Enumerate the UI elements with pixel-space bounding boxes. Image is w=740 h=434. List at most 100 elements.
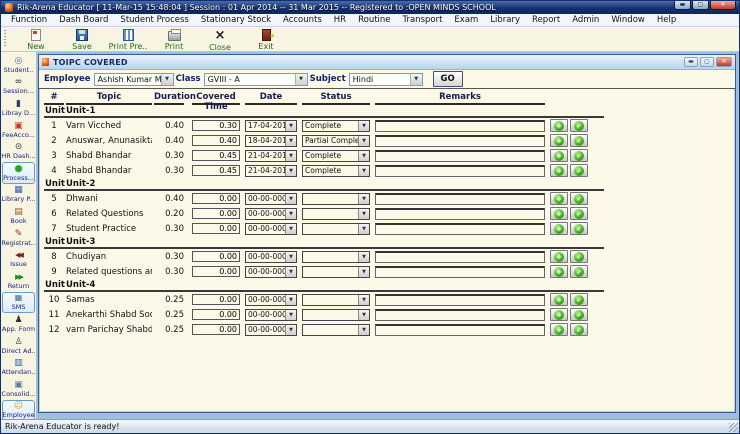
confirm-row-button[interactable] bbox=[570, 308, 588, 321]
chevron-down-icon[interactable] bbox=[358, 136, 369, 146]
subject-dropdown[interactable]: Hindi bbox=[349, 73, 423, 86]
confirm-row-button[interactable] bbox=[570, 265, 588, 278]
add-remark-button[interactable] bbox=[550, 134, 568, 147]
status-dropdown[interactable]: Complete bbox=[302, 150, 370, 162]
sidebar-item-process[interactable]: Process... bbox=[2, 162, 35, 184]
confirm-row-button[interactable] bbox=[570, 119, 588, 132]
sidebar-item-feeacco[interactable]: FeeAcco... bbox=[2, 119, 35, 141]
covered-time-input[interactable] bbox=[192, 193, 240, 204]
covered-time-input[interactable] bbox=[192, 135, 240, 146]
covered-time-input[interactable] bbox=[192, 150, 240, 161]
remarks-input[interactable] bbox=[375, 324, 545, 336]
date-dropdown[interactable]: 00-00-0000 bbox=[245, 251, 297, 263]
remarks-input[interactable] bbox=[375, 165, 545, 177]
remarks-input[interactable] bbox=[375, 193, 545, 205]
add-remark-button[interactable] bbox=[550, 308, 568, 321]
chevron-down-icon[interactable] bbox=[285, 252, 296, 262]
sidebar-item-libray-d[interactable]: Libray D... bbox=[2, 97, 35, 119]
panel-minimize-button[interactable]: ▬ bbox=[684, 57, 698, 67]
remarks-input[interactable] bbox=[375, 135, 545, 147]
chevron-down-icon[interactable] bbox=[285, 194, 296, 204]
menu-item-student-process[interactable]: Student Process bbox=[114, 15, 194, 25]
chevron-down-icon[interactable] bbox=[285, 267, 296, 277]
confirm-row-button[interactable] bbox=[570, 149, 588, 162]
covered-time-input[interactable] bbox=[192, 120, 240, 131]
panel-close-button[interactable]: ✕ bbox=[716, 57, 732, 67]
menu-item-report[interactable]: Report bbox=[526, 15, 566, 25]
chevron-down-icon[interactable] bbox=[285, 151, 296, 161]
date-dropdown[interactable]: 00-00-0000 bbox=[245, 309, 297, 321]
toolbar-close-button[interactable]: Close bbox=[197, 27, 243, 52]
add-remark-button[interactable] bbox=[550, 265, 568, 278]
covered-time-input[interactable] bbox=[192, 324, 240, 335]
confirm-row-button[interactable] bbox=[570, 207, 588, 220]
date-dropdown[interactable]: 18-04-2014 bbox=[245, 135, 297, 147]
chevron-down-icon[interactable] bbox=[285, 166, 296, 176]
chevron-down-icon[interactable] bbox=[358, 224, 369, 234]
remarks-input[interactable] bbox=[375, 208, 545, 220]
remarks-input[interactable] bbox=[375, 309, 545, 321]
toolbar-exit-button[interactable]: Exit bbox=[243, 27, 289, 51]
confirm-row-button[interactable] bbox=[570, 250, 588, 263]
date-dropdown[interactable]: 00-00-0000 bbox=[245, 208, 297, 220]
remarks-input[interactable] bbox=[375, 120, 545, 132]
toolbar-print-pre-button[interactable]: Print Pre.. bbox=[105, 27, 151, 51]
date-dropdown[interactable]: 00-00-0000 bbox=[245, 223, 297, 235]
menu-item-stationary-stock[interactable]: Stationary Stock bbox=[195, 15, 277, 25]
date-dropdown[interactable]: 00-00-0000 bbox=[245, 193, 297, 205]
employee-dropdown[interactable]: Ashish Kumar Mishra bbox=[94, 73, 174, 86]
add-remark-button[interactable] bbox=[550, 207, 568, 220]
toolbar-print-button[interactable]: Print bbox=[151, 27, 197, 51]
toolbar-save-button[interactable]: Save bbox=[59, 27, 105, 51]
date-dropdown[interactable]: 21-04-2014 bbox=[245, 165, 297, 177]
remarks-input[interactable] bbox=[375, 266, 545, 278]
confirm-row-button[interactable] bbox=[570, 222, 588, 235]
chevron-down-icon[interactable] bbox=[285, 310, 296, 320]
chevron-down-icon[interactable] bbox=[285, 121, 296, 131]
minimize-button[interactable]: ▬ bbox=[674, 1, 691, 10]
confirm-row-button[interactable] bbox=[570, 134, 588, 147]
add-remark-button[interactable] bbox=[550, 192, 568, 205]
status-dropdown[interactable] bbox=[302, 251, 370, 263]
add-remark-button[interactable] bbox=[550, 222, 568, 235]
status-dropdown[interactable]: Complete bbox=[302, 165, 370, 177]
toolbar-new-button[interactable]: New bbox=[13, 27, 59, 51]
remarks-input[interactable] bbox=[375, 294, 545, 306]
remarks-input[interactable] bbox=[375, 251, 545, 263]
add-remark-button[interactable] bbox=[550, 323, 568, 336]
confirm-row-button[interactable] bbox=[570, 192, 588, 205]
sidebar-item-registrat[interactable]: Registrat... bbox=[2, 227, 35, 249]
chevron-down-icon[interactable] bbox=[285, 325, 296, 335]
confirm-row-button[interactable] bbox=[570, 164, 588, 177]
sidebar-item-library-p[interactable]: Library P... bbox=[2, 184, 35, 206]
menu-item-hr[interactable]: HR bbox=[328, 15, 352, 25]
close-button[interactable]: ✕ bbox=[710, 1, 736, 10]
add-remark-button[interactable] bbox=[550, 164, 568, 177]
status-dropdown[interactable] bbox=[302, 193, 370, 205]
sidebar-item-session[interactable]: Session... bbox=[2, 76, 35, 98]
menu-item-exam[interactable]: Exam bbox=[448, 15, 484, 25]
menu-item-accounts[interactable]: Accounts bbox=[277, 15, 328, 25]
go-button[interactable]: GO bbox=[433, 71, 463, 87]
chevron-down-icon[interactable] bbox=[358, 166, 369, 176]
sidebar-item-book[interactable]: Book bbox=[2, 205, 35, 227]
sidebar-item-employee[interactable]: Employee bbox=[2, 400, 35, 420]
add-remark-button[interactable] bbox=[550, 119, 568, 132]
menu-item-help[interactable]: Help bbox=[651, 15, 682, 25]
confirm-row-button[interactable] bbox=[570, 293, 588, 306]
date-dropdown[interactable]: 00-00-0000 bbox=[245, 324, 297, 336]
panel-maximize-button[interactable]: ▢ bbox=[700, 57, 714, 67]
covered-time-input[interactable] bbox=[192, 208, 240, 219]
date-dropdown[interactable]: 17-04-2014 bbox=[245, 120, 297, 132]
chevron-down-icon[interactable] bbox=[358, 267, 369, 277]
menu-item-transport[interactable]: Transport bbox=[397, 15, 449, 25]
confirm-row-button[interactable] bbox=[570, 323, 588, 336]
chevron-down-icon[interactable] bbox=[285, 295, 296, 305]
add-remark-button[interactable] bbox=[550, 293, 568, 306]
chevron-down-icon[interactable] bbox=[358, 121, 369, 131]
chevron-down-icon[interactable] bbox=[285, 136, 296, 146]
chevron-down-icon[interactable] bbox=[410, 74, 422, 85]
remarks-input[interactable] bbox=[375, 223, 545, 235]
chevron-down-icon[interactable] bbox=[161, 74, 173, 85]
sidebar-item-student[interactable]: Student.. bbox=[2, 54, 35, 76]
